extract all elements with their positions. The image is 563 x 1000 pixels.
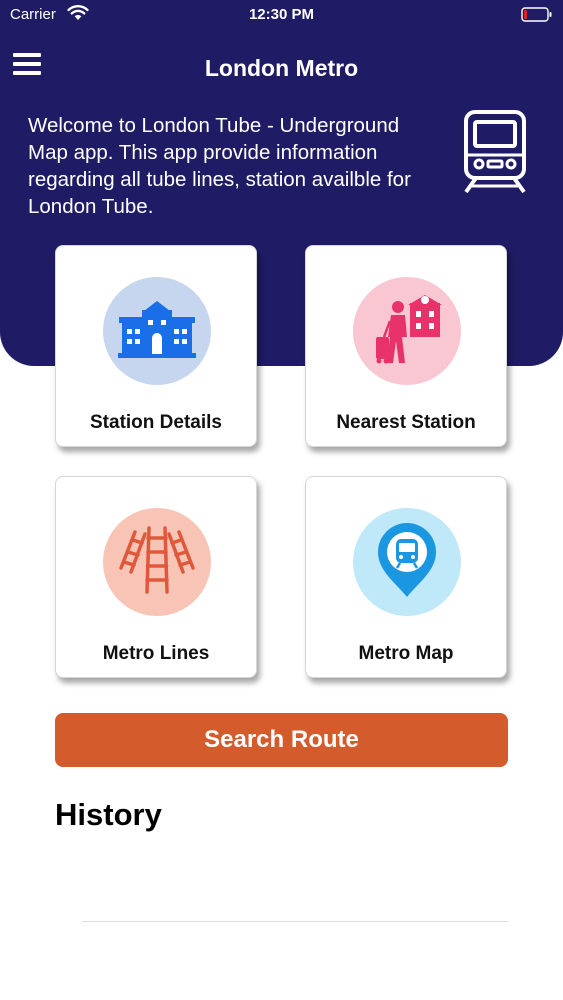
metro-lines-circle xyxy=(103,508,211,616)
location-pin-icon xyxy=(376,521,438,604)
station-details-label: Station Details xyxy=(90,412,222,433)
station-building-icon xyxy=(118,300,196,363)
metro-lines-card[interactable]: Metro Lines xyxy=(55,476,257,678)
station-details-circle xyxy=(103,277,211,385)
nearest-station-card[interactable]: Nearest Station xyxy=(305,245,507,447)
station-details-card[interactable]: Station Details xyxy=(55,245,257,447)
history-heading: History xyxy=(55,797,162,832)
nearest-station-label: Nearest Station xyxy=(336,412,476,433)
metro-map-label: Metro Map xyxy=(358,643,454,664)
search-route-button[interactable]: Search Route xyxy=(55,713,508,767)
train-icon xyxy=(460,108,530,199)
welcome-text: Welcome to London Tube - Underground Map… xyxy=(28,114,411,218)
metro-lines-label: Metro Lines xyxy=(102,643,210,664)
nearest-station-circle xyxy=(353,277,461,385)
page-title: London Metro xyxy=(204,55,359,81)
metro-map-circle xyxy=(353,508,461,616)
battery-icon xyxy=(521,7,553,28)
metro-map-card[interactable]: Metro Map xyxy=(305,476,507,678)
status-bar: Carrier 12:30 PM xyxy=(0,0,563,30)
divider xyxy=(82,921,508,922)
rail-tracks-icon xyxy=(117,525,197,599)
traveler-icon xyxy=(372,293,442,370)
clock: 12:30 PM xyxy=(248,6,315,23)
